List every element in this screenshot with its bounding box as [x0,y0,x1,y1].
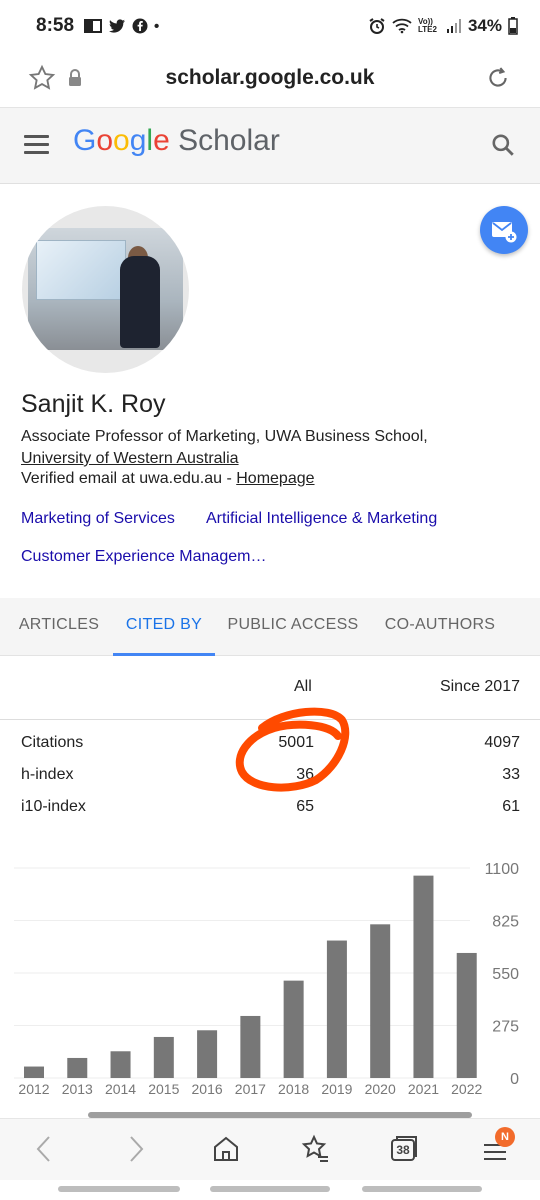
verified-email: Verified email at uwa.edu.au - Homepage [21,470,315,488]
x-tick-label: 2015 [148,1081,179,1097]
profile-avatar [22,206,189,373]
system-icons: Vo)) LTE2 34% [368,16,518,36]
search-icon[interactable] [490,132,516,158]
x-tick-label: 2016 [192,1081,223,1097]
stats-label[interactable]: h-index [21,766,73,784]
forward-icon[interactable] [122,1133,150,1165]
tab-cited-by[interactable]: CITED BY [113,598,215,656]
browser-bottom-nav: 38 N [0,1118,540,1180]
battery-percent: 34% [467,16,502,35]
bookmarks-icon[interactable] [300,1133,330,1165]
interest-link[interactable]: Artificial Intelligence & Marketing [206,510,437,528]
wifi-icon [392,18,412,34]
scholar-header: Google Scholar [0,108,540,184]
facebook-icon [132,18,148,34]
stats-label[interactable]: i10-index [21,798,86,816]
tab-count: 38 [396,1143,410,1157]
bar-2018[interactable] [283,980,304,1078]
hamburger-menu-icon[interactable] [24,135,49,155]
browser-url-bar: scholar.google.co.uk [0,52,540,108]
battery-icon [508,17,518,35]
y-tick-label: 275 [492,1019,519,1036]
browser-menu-button[interactable]: N [482,1127,518,1165]
bar-2014[interactable] [110,1051,131,1078]
x-tick-label: 2019 [321,1081,352,1097]
interest-link[interactable]: Marketing of Services [21,510,175,528]
bar-2017[interactable] [240,1015,261,1078]
gesture-bar-right [362,1186,482,1192]
y-tick-label: 825 [492,914,519,931]
x-tick-label: 2018 [278,1081,309,1097]
tabs-button[interactable]: 38 [390,1133,420,1163]
x-tick-label: 2014 [105,1081,136,1097]
x-tick-label: 2022 [451,1081,482,1097]
bar-2012[interactable] [24,1066,44,1078]
email-add-icon [492,222,517,243]
back-icon[interactable] [30,1133,58,1165]
stats-row-i10-index: i10-index 65 61 [0,792,540,824]
university-link[interactable]: University of Western Australia [21,448,521,470]
scribble-annotation [235,707,350,792]
twitter-icon [109,19,126,33]
notification-icons: • [84,18,159,35]
citations-bar-chart: 1100 825 550 275 0 2012 2013 2014 2015 2016 2017 20… [14,861,520,1097]
stats-since-value: 61 [502,798,520,815]
y-tick-label: 0 [510,1071,519,1088]
interest-link[interactable]: Customer Experience Managem… [21,548,266,566]
home-icon[interactable] [211,1133,241,1165]
x-tick-label: 2013 [62,1081,93,1097]
stats-since-value: 4097 [484,734,520,751]
clock: 8:58 [36,15,75,36]
reload-icon[interactable] [484,64,512,92]
tab-public-access[interactable]: PUBLIC ACCESS [222,598,364,656]
tab-co-authors[interactable]: CO-AUTHORS [376,598,504,656]
notification-badge: N [495,1127,515,1147]
bar-2021[interactable] [413,875,434,1078]
logo-google: Google [73,124,170,157]
outlook-icon [84,19,103,33]
y-tick-label: 550 [492,966,519,983]
bar-2019[interactable] [326,940,347,1078]
x-tick-label: 2020 [365,1081,396,1097]
alarm-icon [369,18,385,34]
x-tick-label: 2012 [18,1081,49,1097]
stats-label[interactable]: Citations [21,734,83,752]
affiliation-text: Associate Professor of Marketing, UWA Bu… [21,428,428,445]
follow-email-button[interactable] [480,206,528,254]
col-since: Since 2017 [439,678,520,695]
bar-2022[interactable] [456,952,477,1078]
logo-scholar: Scholar [178,124,280,157]
verified-text: Verified email at uwa.edu.au - [21,470,237,487]
signal-icon [446,19,461,33]
stats-since-value: 33 [502,766,520,783]
col-all: All [294,678,312,695]
lte-label: Vo)) LTE2 [417,17,437,34]
stats-all-value: 65 [296,798,314,815]
x-tick-label: 2021 [408,1081,439,1097]
google-scholar-logo[interactable]: Google Scholar [73,124,280,158]
bar-2020[interactable] [370,924,391,1078]
profile-affiliation: Associate Professor of Marketing, UWA Bu… [21,426,521,470]
gesture-bar-center [210,1186,330,1192]
status-bar: 8:58 • Vo)) LTE2 34% [0,0,540,52]
gesture-bar-left [58,1186,180,1192]
y-tick-label: 1100 [485,861,520,878]
bar-2016[interactable] [197,1030,218,1078]
x-tick-label: 2017 [235,1081,266,1097]
dot-indicator: • [154,17,160,35]
profile-tabs: ARTICLES CITED BY PUBLIC ACCESS CO-AUTHO… [0,598,540,656]
bar-2013[interactable] [67,1057,88,1078]
bar-2015[interactable] [153,1036,174,1078]
url-text[interactable]: scholar.google.co.uk [0,66,540,90]
profile-name: Sanjit K. Roy [21,390,166,418]
tab-articles[interactable]: ARTICLES [10,598,108,656]
homepage-link[interactable]: Homepage [236,470,314,487]
